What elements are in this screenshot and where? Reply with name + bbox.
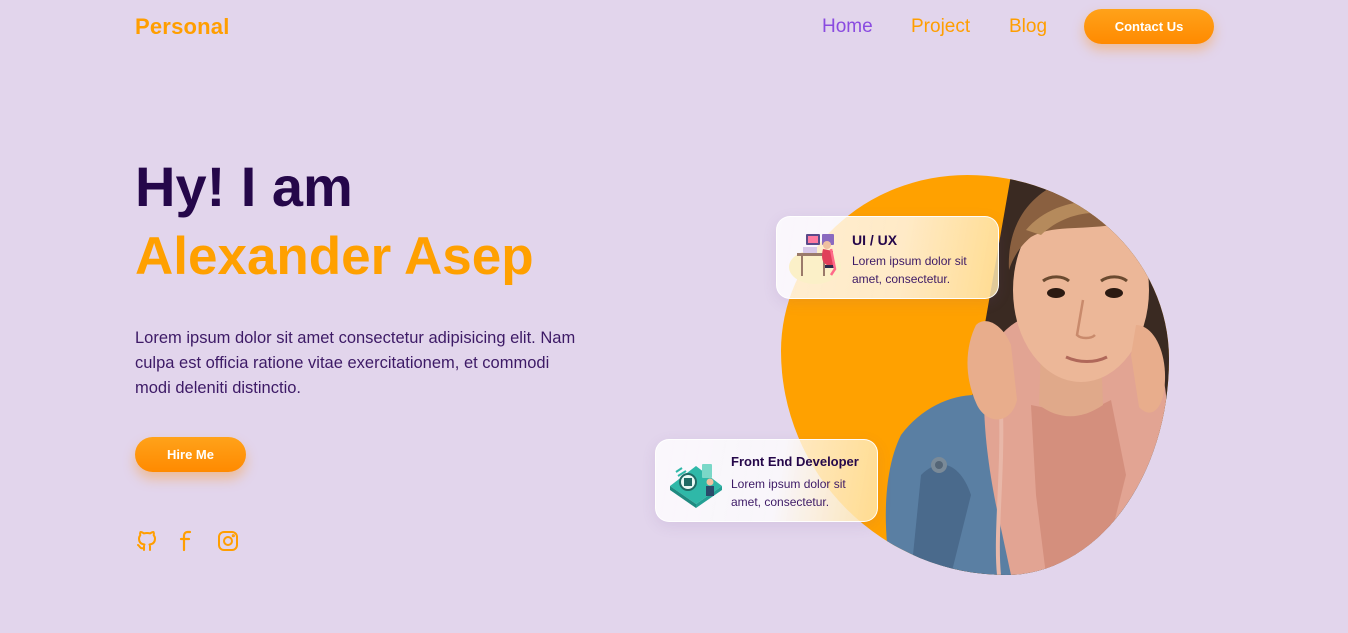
hero-name: Alexander Asep [135,227,534,286]
github-icon [137,531,156,551]
contact-us-button[interactable]: Contact Us [1084,9,1214,44]
nav-blog-link[interactable]: Blog [1009,16,1047,38]
frontend-card-title: Front End Developer [731,454,859,469]
nav-home-link[interactable]: Home [822,16,873,38]
frontend-card: Front End Developer Lorem ipsum dolor si… [655,439,878,522]
facebook-link[interactable] [174,528,200,554]
instagram-link[interactable] [215,528,241,554]
hero-description: Lorem ipsum dolor sit amet consectetur a… [135,329,576,397]
hire-me-button[interactable]: Hire Me [135,437,246,472]
uiux-illustration-icon [789,234,841,284]
nav-project-link[interactable]: Project [911,16,970,38]
frontend-card-text: Lorem ipsum dolor sit amet, consectetur. [731,477,846,509]
hero-greeting: Hy! I am [135,155,353,218]
github-link[interactable] [134,528,160,554]
uiux-card: UI / UX Lorem ipsum dolor sit amet, cons… [776,216,999,299]
uiux-card-text: Lorem ipsum dolor sit amet, consectetur. [852,254,967,286]
frontend-illustration-icon [670,464,722,508]
facebook-icon [179,530,192,552]
instagram-icon [218,531,238,551]
uiux-card-title: UI / UX [852,232,898,248]
site-logo[interactable]: Personal [135,14,230,40]
